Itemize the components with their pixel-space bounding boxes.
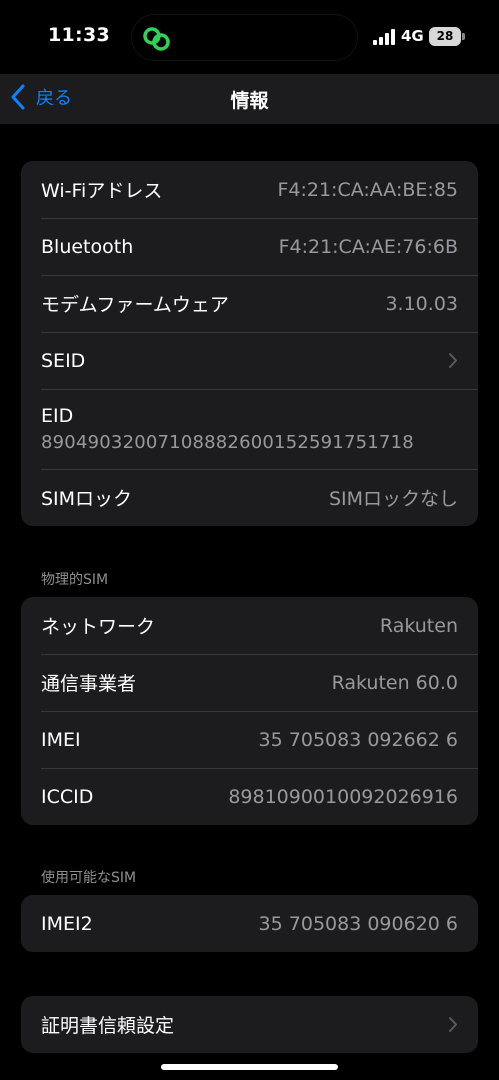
section-header-available-sim: 使用可能なSIM [41,870,137,886]
row-label: EID [41,405,74,427]
row-label: IMEI2 [41,912,93,935]
row-value: Rakuten [379,614,458,637]
chevron-right-icon [449,1017,457,1032]
row-value: 3.10.03 [385,292,458,315]
row-value: F4:21:CA:AA:BE:85 [277,178,458,201]
status-bar: 11:33 4G 28 [0,0,499,74]
row-label: IMEI [41,728,81,751]
row-label: SEID [41,349,86,372]
row-iccid[interactable]: ICCID 8981090010092026916 [21,768,478,825]
home-indicator[interactable] [161,1064,338,1070]
row-label: SIMロック [41,488,133,510]
row-imei[interactable]: IMEI 35 705083 092662 6 [21,711,478,768]
row-value: Rakuten 60.0 [331,671,458,694]
row-label: 証明書信頼設定 [41,1015,175,1037]
row-label: ICCID [41,785,94,808]
certificate-trust-group: 証明書信頼設定 [21,996,478,1053]
row-value: 35 705083 090620 6 [258,912,458,935]
row-value: 89049032007108882600152591751718 [41,432,414,453]
device-info-group: Wi-Fiアドレス F4:21:CA:AA:BE:85 Bluetooth F4… [21,161,478,526]
status-time: 11:33 [48,24,110,46]
cellular-signal-icon [373,29,397,45]
row-label: ネットワーク [41,616,156,638]
row-label: Wi-Fiアドレス [41,180,163,202]
row-carrier[interactable]: 通信事業者 Rakuten 60.0 [21,654,478,711]
row-label: モデムファームウェア [41,294,229,316]
row-label: 通信事業者 [41,673,137,695]
row-certificate-trust-settings[interactable]: 証明書信頼設定 [21,996,478,1053]
network-type: 4G [401,27,424,45]
row-value: 8981090010092026916 [228,785,458,808]
section-header-physical-sim: 物理的SIM [41,572,109,588]
row-value: 35 705083 092662 6 [258,728,458,751]
navigation-bar: 戻る 情報 [0,74,499,124]
row-bluetooth[interactable]: Bluetooth F4:21:CA:AE:76:6B [21,218,478,275]
chevron-right-icon [449,353,457,368]
row-imei2[interactable]: IMEI2 35 705083 090620 6 [21,895,478,952]
dynamic-island[interactable] [131,14,358,61]
linked-rings-icon [143,27,170,51]
row-eid[interactable]: EID 89049032007108882600152591751718 [21,389,478,469]
physical-sim-group: ネットワーク Rakuten 通信事業者 Rakuten 60.0 IMEI 3… [21,597,478,825]
row-network[interactable]: ネットワーク Rakuten [21,597,478,654]
row-label: Bluetooth [41,235,134,258]
available-sim-group: IMEI2 35 705083 090620 6 [21,895,478,952]
row-seid[interactable]: SEID [21,332,478,389]
row-sim-lock[interactable]: SIMロック SIMロックなし [21,469,478,526]
row-value: SIMロックなし [328,488,458,510]
row-wifi-address[interactable]: Wi-Fiアドレス F4:21:CA:AA:BE:85 [21,161,478,218]
page-title: 情報 [230,90,269,112]
row-modem-firmware[interactable]: モデムファームウェア 3.10.03 [21,275,478,332]
battery-icon: 28 [429,27,465,46]
row-value: F4:21:CA:AE:76:6B [278,235,458,258]
